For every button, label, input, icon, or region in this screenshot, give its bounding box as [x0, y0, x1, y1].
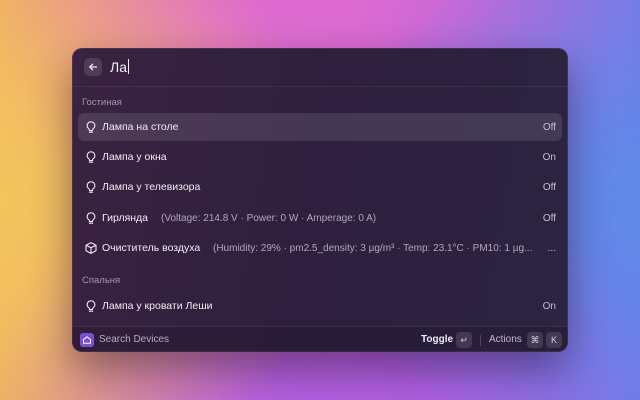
command-key-hint: ⌘ [527, 332, 543, 348]
item-state: ... [547, 243, 556, 254]
search-input[interactable]: Ла [110, 59, 129, 75]
list-item[interactable]: Лампа на столе Off [78, 113, 562, 141]
item-subtitle: (Humidity: 29% · pm2.5_density: 3 µg/m³ … [213, 243, 533, 254]
item-state: Off [542, 182, 556, 193]
search-query-text: Ла [110, 59, 127, 75]
list-item[interactable]: Очиститель воздуха (Humidity: 29% · pm2.… [78, 234, 562, 262]
cube-icon [85, 242, 97, 254]
bulb-icon [86, 151, 96, 163]
section-title-living-room: Гостиная [82, 97, 122, 108]
home-icon [80, 333, 94, 347]
arrow-left-icon [89, 63, 98, 71]
item-state: Off [542, 122, 556, 133]
item-title: Гирлянда [102, 212, 149, 224]
list-item[interactable]: Лампа у телевизора Off [78, 173, 562, 201]
item-title: Очиститель воздуха [102, 242, 201, 254]
footer-divider [480, 335, 481, 346]
primary-action-button[interactable]: Toggle [421, 334, 453, 346]
item-state: On [542, 301, 556, 312]
section-title-bedroom: Спальня [82, 275, 121, 286]
command-window: Ла Гостиная Лампа на столе Off Лампа у о… [72, 48, 568, 352]
search-bar: Ла [72, 48, 568, 87]
actions-button[interactable]: Actions [489, 334, 522, 346]
item-state: Off [542, 213, 556, 224]
item-title: Лампа на столе [102, 121, 179, 133]
list-item[interactable]: Лампа у окна On [78, 143, 562, 171]
item-state: On [542, 152, 556, 163]
bulb-icon [86, 300, 96, 312]
back-button[interactable] [84, 58, 102, 76]
item-title: Лампа у телевизора [102, 181, 201, 193]
list-item[interactable]: Лампа у кровати Леши On [78, 292, 562, 320]
extension-name: Search Devices [99, 334, 170, 345]
item-title: Лампа у окна [102, 151, 167, 163]
bulb-icon [86, 121, 96, 133]
item-subtitle: (Voltage: 214.8 V · Power: 0 W · Amperag… [161, 213, 377, 224]
bulb-icon [86, 181, 96, 193]
text-caret [127, 59, 129, 74]
list-item[interactable]: Гирлянда (Voltage: 214.8 V · Power: 0 W … [78, 204, 562, 232]
item-title: Лампа у кровати Леши [102, 300, 213, 312]
action-bar: Search Devices Toggle ↵ Actions ⌘ K [72, 326, 568, 352]
k-key-hint: K [546, 332, 562, 348]
bulb-icon [86, 212, 96, 224]
enter-key-hint: ↵ [456, 332, 472, 348]
